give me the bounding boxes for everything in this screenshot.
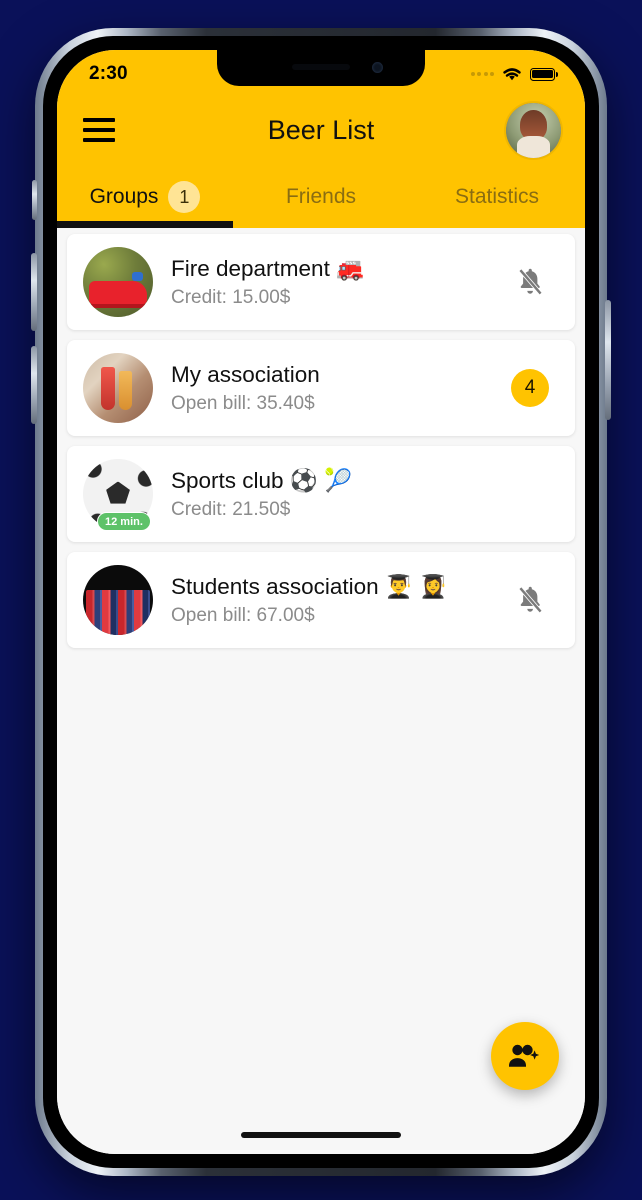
bell-off-icon[interactable] xyxy=(515,584,545,616)
tab-friends[interactable]: Friends xyxy=(233,166,409,228)
list-item-text: My association Open bill: 35.40$ xyxy=(171,361,507,415)
group-name: My association xyxy=(171,361,320,387)
status-time: 2:30 xyxy=(89,63,128,84)
earpiece-speaker xyxy=(292,64,350,70)
bell-off-icon[interactable] xyxy=(515,266,545,298)
list-item-text: Students association 👨‍🎓 👩‍🎓 Open bill: … xyxy=(171,573,507,627)
tab-statistics-label: Statistics xyxy=(454,185,540,208)
group-detail: Credit: 15.00$ xyxy=(171,287,291,309)
tab-bar: Groups 1 Friends Statistics xyxy=(57,166,585,228)
group-list[interactable]: Fire department 🚒 Credit: 15.00$ My asso… xyxy=(57,228,585,1154)
tab-groups[interactable]: Groups 1 xyxy=(57,166,233,228)
home-indicator xyxy=(241,1132,401,1138)
group-avatar: 12 min. xyxy=(83,459,153,531)
notch xyxy=(217,50,425,86)
active-tab-indicator xyxy=(57,221,233,228)
tab-groups-label: Groups xyxy=(89,185,159,208)
front-camera-icon xyxy=(372,62,383,73)
status-icons xyxy=(470,66,558,82)
list-item[interactable]: 12 min. Sports club ⚽ 🎾 Credit: 21.50$ xyxy=(67,446,575,542)
list-item-text: Sports club ⚽ 🎾 Credit: 21.50$ xyxy=(171,467,507,521)
group-name: Sports club ⚽ 🎾 xyxy=(171,467,353,493)
silent-switch[interactable] xyxy=(32,180,37,220)
tab-statistics[interactable]: Statistics xyxy=(409,166,585,228)
group-detail: Open bill: 67.00$ xyxy=(171,605,315,627)
battery-icon xyxy=(530,67,558,81)
phone-frame: 2:30 Beer List Groups 1 Friends Statisti… xyxy=(31,28,611,1176)
volume-up-button[interactable] xyxy=(31,253,37,331)
list-item-text: Fire department 🚒 Credit: 15.00$ xyxy=(171,255,507,309)
add-group-fab[interactable] xyxy=(491,1022,559,1090)
group-detail: Open bill: 35.40$ xyxy=(171,393,315,415)
power-button[interactable] xyxy=(605,300,611,420)
person-add-icon xyxy=(509,1044,540,1067)
list-item-trailing[interactable]: 4 xyxy=(507,369,553,407)
volume-down-button[interactable] xyxy=(31,346,37,424)
signal-dots-icon xyxy=(470,72,494,76)
time-badge: 12 min. xyxy=(97,512,151,531)
list-item[interactable]: My association Open bill: 35.40$ 4 xyxy=(67,340,575,436)
group-name: Students association 👨‍🎓 👩‍🎓 xyxy=(171,573,448,599)
phone-screen: 2:30 Beer List Groups 1 Friends Statisti… xyxy=(57,50,585,1154)
group-detail: Credit: 21.50$ xyxy=(171,499,291,521)
wifi-icon xyxy=(503,68,521,81)
group-avatar xyxy=(83,565,153,635)
group-avatar xyxy=(83,353,153,423)
tab-groups-badge: 1 xyxy=(168,181,201,213)
profile-avatar[interactable] xyxy=(506,102,561,158)
group-avatar xyxy=(83,247,153,317)
list-item[interactable]: Students association 👨‍🎓 👩‍🎓 Open bill: … xyxy=(67,552,575,648)
phone-bezel: 2:30 Beer List Groups 1 Friends Statisti… xyxy=(43,36,599,1168)
group-name: Fire department 🚒 xyxy=(171,255,365,281)
list-item-trailing[interactable] xyxy=(507,266,553,298)
tab-friends-label: Friends xyxy=(285,185,357,208)
app-bar: Beer List xyxy=(57,94,585,166)
list-item[interactable]: Fire department 🚒 Credit: 15.00$ xyxy=(67,234,575,330)
hamburger-menu-icon[interactable] xyxy=(83,118,115,142)
list-item-trailing[interactable] xyxy=(507,584,553,616)
unread-count-badge: 4 xyxy=(511,369,549,407)
